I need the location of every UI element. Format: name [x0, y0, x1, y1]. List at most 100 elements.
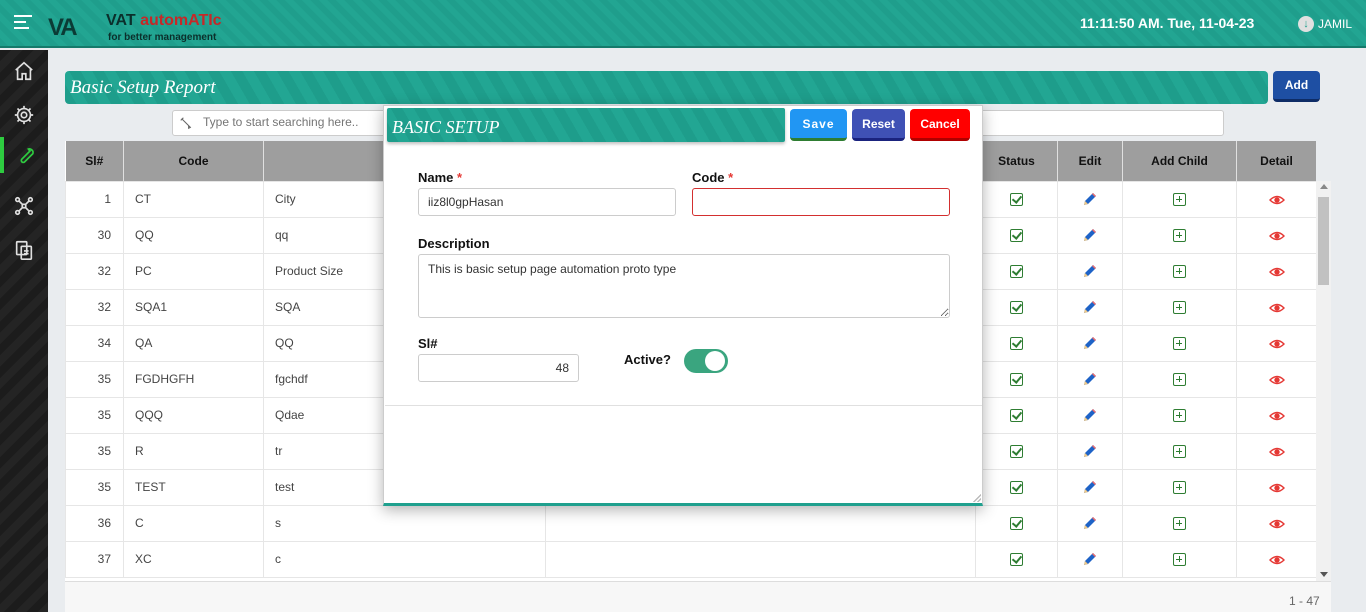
table-footer	[65, 581, 1331, 612]
col-header-status[interactable]: Status	[975, 141, 1058, 181]
detail-eye-icon[interactable]	[1268, 552, 1285, 566]
table-row[interactable]: 37 XC c	[65, 540, 1316, 578]
add-child-plus-icon[interactable]	[1173, 517, 1186, 531]
scroll-thumb[interactable]	[1318, 197, 1329, 285]
cell-detail	[1236, 252, 1316, 290]
scroll-down-arrow-icon[interactable]	[1320, 572, 1328, 577]
sidebar-item-network[interactable]	[0, 188, 48, 224]
detail-eye-icon[interactable]	[1268, 336, 1285, 350]
cell-add-child	[1122, 540, 1237, 578]
col-header-sl[interactable]: Sl#	[65, 141, 124, 181]
detail-eye-icon[interactable]	[1268, 192, 1285, 206]
status-check-icon[interactable]	[1010, 481, 1023, 495]
table-row[interactable]: 36 Cs	[65, 504, 1316, 542]
active-label: Active?	[624, 352, 671, 367]
cell-name: c	[263, 540, 546, 578]
user-menu[interactable]: ↓ JAMIL	[1298, 16, 1352, 32]
code-label: Code *	[692, 170, 734, 185]
add-child-plus-icon[interactable]	[1173, 301, 1186, 315]
add-child-plus-icon[interactable]	[1173, 445, 1186, 459]
detail-eye-icon[interactable]	[1268, 408, 1285, 422]
name-field[interactable]	[418, 188, 676, 216]
resize-grip-icon[interactable]	[973, 494, 981, 502]
edit-pencil-icon[interactable]	[1082, 263, 1098, 277]
sidebar-item-settings[interactable]	[0, 97, 48, 133]
add-child-plus-icon[interactable]	[1173, 373, 1186, 387]
status-check-icon[interactable]	[1010, 517, 1023, 531]
cell-sl: 35	[65, 432, 124, 470]
detail-eye-icon[interactable]	[1268, 264, 1285, 278]
edit-pencil-icon[interactable]	[1082, 443, 1098, 457]
detail-eye-icon[interactable]	[1268, 480, 1285, 494]
cell-sl: 1	[65, 180, 124, 218]
edit-pencil-icon[interactable]	[1082, 551, 1098, 565]
menu-icon[interactable]	[14, 15, 32, 29]
active-toggle[interactable]	[684, 349, 728, 373]
detail-eye-icon[interactable]	[1268, 372, 1285, 386]
add-child-plus-icon[interactable]	[1173, 337, 1186, 351]
detail-eye-icon[interactable]	[1268, 516, 1285, 530]
wrench-icon	[20, 148, 34, 164]
add-button[interactable]: Add	[1273, 71, 1320, 102]
cell-sl: 35	[65, 396, 124, 434]
add-child-plus-icon[interactable]	[1173, 481, 1186, 495]
cell-sl: 36	[65, 504, 124, 542]
cell-code: QQQ	[123, 396, 264, 434]
detail-eye-icon[interactable]	[1268, 228, 1285, 242]
cell-status	[975, 180, 1058, 218]
edit-pencil-icon[interactable]	[1082, 191, 1098, 205]
cell-name: s	[263, 504, 546, 542]
modal-header: BASIC SETUP	[387, 108, 785, 142]
detail-eye-icon[interactable]	[1268, 444, 1285, 458]
cell-sl: 35	[65, 360, 124, 398]
code-field[interactable]	[692, 188, 950, 216]
download-user-icon: ↓	[1298, 16, 1314, 32]
cell-status	[975, 360, 1058, 398]
add-child-plus-icon[interactable]	[1173, 265, 1186, 279]
edit-pencil-icon[interactable]	[1082, 335, 1098, 349]
cell-status	[975, 504, 1058, 542]
add-child-plus-icon[interactable]	[1173, 409, 1186, 423]
edit-pencil-icon[interactable]	[1082, 299, 1098, 313]
description-field[interactable]: This is basic setup page automation prot…	[418, 254, 950, 318]
status-check-icon[interactable]	[1010, 337, 1023, 351]
gear-icon	[14, 105, 34, 125]
edit-pencil-icon[interactable]	[1082, 407, 1098, 421]
status-check-icon[interactable]	[1010, 301, 1023, 315]
edit-pencil-icon[interactable]	[1082, 371, 1098, 385]
status-check-icon[interactable]	[1010, 265, 1023, 279]
add-child-plus-icon[interactable]	[1173, 553, 1186, 567]
status-check-icon[interactable]	[1010, 553, 1023, 567]
reset-button[interactable]: Reset	[852, 109, 905, 141]
sidebar	[0, 50, 48, 612]
app-logo[interactable]: VA VAT automATIc for better management	[48, 10, 238, 44]
edit-pencil-icon[interactable]	[1082, 227, 1098, 241]
status-check-icon[interactable]	[1010, 373, 1023, 387]
status-check-icon[interactable]	[1010, 409, 1023, 423]
sidebar-item-documents[interactable]	[0, 232, 48, 268]
scroll-up-arrow-icon[interactable]	[1320, 184, 1328, 189]
add-child-plus-icon[interactable]	[1173, 193, 1186, 207]
cell-edit	[1057, 252, 1123, 290]
cell-add-child	[1122, 504, 1237, 542]
logo-title: VAT automATIc	[106, 12, 222, 29]
edit-pencil-icon[interactable]	[1082, 515, 1098, 529]
cell-sl: 32	[65, 252, 124, 290]
save-button[interactable]: Save	[790, 109, 847, 141]
sidebar-item-home[interactable]	[0, 53, 48, 89]
sl-field[interactable]	[418, 354, 579, 382]
col-header-code[interactable]: Code	[123, 141, 264, 181]
cell-detail	[1236, 360, 1316, 398]
detail-eye-icon[interactable]	[1268, 300, 1285, 314]
cell-detail	[1236, 180, 1316, 218]
status-check-icon[interactable]	[1010, 229, 1023, 243]
status-check-icon[interactable]	[1010, 193, 1023, 207]
sidebar-item-setup[interactable]	[0, 137, 48, 173]
cell-edit	[1057, 216, 1123, 254]
table-scrollbar[interactable]	[1316, 181, 1331, 581]
add-child-plus-icon[interactable]	[1173, 229, 1186, 243]
status-check-icon[interactable]	[1010, 445, 1023, 459]
cancel-button[interactable]: Cancel	[910, 109, 970, 141]
cell-sl: 34	[65, 324, 124, 362]
edit-pencil-icon[interactable]	[1082, 479, 1098, 493]
